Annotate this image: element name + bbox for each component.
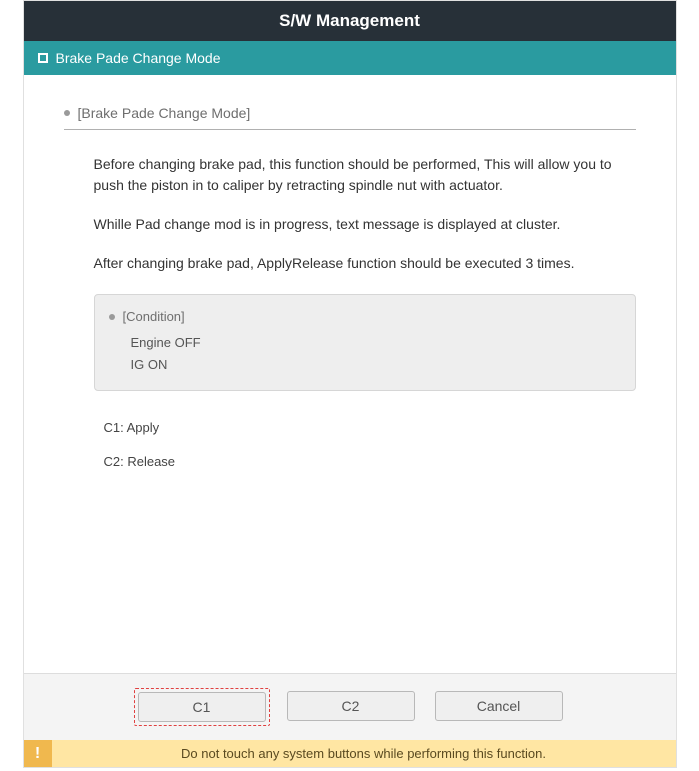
titlebar: S/W Management (24, 1, 676, 41)
section-heading: [Brake Pade Change Mode] (64, 105, 636, 130)
bullet-icon (64, 110, 70, 116)
bullet-icon (109, 314, 115, 320)
condition-heading: [Condition] (109, 309, 621, 324)
mode-label: Brake Pade Change Mode (56, 50, 221, 66)
warning-icon: ! (24, 740, 52, 767)
legend-c1: C1: Apply (104, 411, 636, 445)
c1-button[interactable]: C1 (138, 692, 266, 722)
button-frame: C2 (284, 688, 418, 726)
button-frame: Cancel (432, 688, 566, 726)
condition-box: [Condition] Engine OFF IG ON (94, 294, 636, 391)
description-paragraph: Whille Pad change mod is in progress, te… (64, 214, 636, 235)
condition-list: Engine OFF IG ON (109, 332, 621, 376)
cancel-button[interactable]: Cancel (435, 691, 563, 721)
c2-button[interactable]: C2 (287, 691, 415, 721)
description-paragraph: After changing brake pad, ApplyRelease f… (64, 253, 636, 274)
button-bar: C1 C2 Cancel (24, 673, 676, 740)
window-title: S/W Management (279, 11, 420, 30)
content-area: [Brake Pade Change Mode] Before changing… (24, 75, 676, 673)
window: S/W Management Brake Pade Change Mode [B… (23, 0, 677, 768)
warning-text: Do not touch any system buttons while pe… (52, 740, 676, 767)
button-legend: C1: Apply C2: Release (64, 411, 636, 479)
warning-bar: ! Do not touch any system buttons while … (24, 740, 676, 767)
condition-item: IG ON (131, 354, 621, 376)
selected-button-frame: C1 (134, 688, 270, 726)
square-icon (38, 53, 48, 63)
description-paragraph: Before changing brake pad, this function… (64, 154, 636, 196)
section-heading-text: [Brake Pade Change Mode] (78, 105, 251, 121)
condition-item: Engine OFF (131, 332, 621, 354)
mode-bar: Brake Pade Change Mode (24, 41, 676, 75)
legend-c2: C2: Release (104, 445, 636, 479)
condition-heading-text: [Condition] (123, 309, 185, 324)
